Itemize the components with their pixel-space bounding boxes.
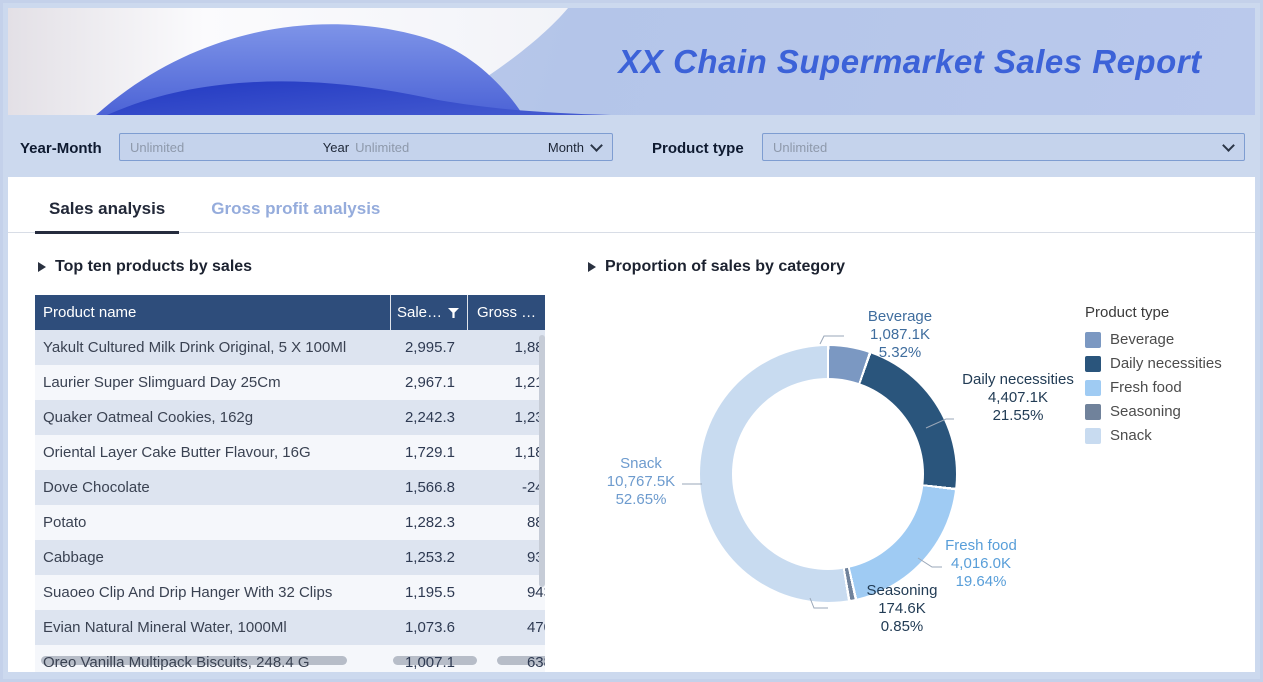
legend-item-seasoning[interactable]: Seasoning bbox=[1085, 403, 1222, 420]
legend-swatch bbox=[1085, 428, 1101, 444]
slice-label-daily-necessities: Daily necessities 4,407.1K 21.55% bbox=[952, 371, 1084, 425]
legend-items: Beverage Daily necessities Fresh food Seaso… bbox=[1085, 331, 1222, 444]
slice-label-fresh-food: Fresh food 4,016.0K 19.64% bbox=[938, 537, 1024, 591]
donut-hole bbox=[732, 378, 924, 570]
table-cell: Dove Chocolate bbox=[35, 479, 390, 496]
table-cell: 470 bbox=[467, 619, 545, 636]
year-input[interactable]: Unlimited bbox=[130, 140, 317, 155]
table-vertical-scrollbar[interactable] bbox=[539, 335, 545, 587]
table-section-title-text: Top ten products by sales bbox=[55, 258, 252, 276]
table-cell: 1,073.6 bbox=[390, 619, 467, 636]
table-cell: Laurier Super Slimguard Day 25Cm bbox=[35, 374, 390, 391]
collapse-arrow-icon[interactable] bbox=[588, 262, 596, 272]
collapse-arrow-icon[interactable] bbox=[38, 262, 46, 272]
product-type-filter-label: Product type bbox=[652, 140, 744, 157]
table-row[interactable]: Oreo Vanilla Multipack Biscuits, 248.4 G… bbox=[35, 645, 545, 672]
table-cell: 936 bbox=[467, 549, 545, 566]
legend-label: Daily necessities bbox=[1110, 355, 1222, 372]
legend-swatch bbox=[1085, 332, 1101, 348]
table-row[interactable]: Cabbage1,253.2936 bbox=[35, 540, 545, 575]
legend-item-snack[interactable]: Snack bbox=[1085, 427, 1222, 444]
table-header-row: Product name Sale… Gross … bbox=[35, 295, 545, 330]
filter-funnel-icon[interactable] bbox=[448, 308, 459, 318]
column-header-gross[interactable]: Gross … bbox=[467, 295, 545, 330]
year-month-filter-label: Year-Month bbox=[20, 140, 102, 157]
table-cell: 638 bbox=[467, 654, 545, 671]
table-row[interactable]: Quaker Oatmeal Cookies, 162g2,242.31,235 bbox=[35, 400, 545, 435]
slice-label-snack: Snack 10,767.5K 52.65% bbox=[598, 455, 684, 509]
chart-legend: Product type Beverage Daily necessities Fr… bbox=[1085, 304, 1222, 451]
product-type-value: Unlimited bbox=[773, 140, 1216, 155]
table-cell: 887 bbox=[467, 514, 545, 531]
table-row[interactable]: Dove Chocolate1,566.8-244 bbox=[35, 470, 545, 505]
slice-label-beverage: Beverage 1,087.1K 5.32% bbox=[845, 308, 955, 362]
table-cell: 2,967.1 bbox=[390, 374, 467, 391]
table-cell: 1,007.1 bbox=[390, 654, 467, 671]
chevron-down-icon[interactable] bbox=[590, 139, 603, 152]
legend-label: Beverage bbox=[1110, 331, 1174, 348]
legend-item-beverage[interactable]: Beverage bbox=[1085, 331, 1222, 348]
chart-section-title-text: Proportion of sales by category bbox=[605, 258, 845, 276]
legend-item-daily-necessities[interactable]: Daily necessities bbox=[1085, 355, 1222, 372]
legend-label: Seasoning bbox=[1110, 403, 1181, 420]
table-cell: Oreo Vanilla Multipack Biscuits, 248.4 G bbox=[35, 654, 390, 671]
legend-swatch bbox=[1085, 356, 1101, 372]
table-cell: Potato bbox=[35, 514, 390, 531]
table-cell: Cabbage bbox=[35, 549, 390, 566]
table-cell: 1,253.2 bbox=[390, 549, 467, 566]
table-row[interactable]: Laurier Super Slimguard Day 25Cm2,967.11… bbox=[35, 365, 545, 400]
banner: XX Chain Supermarket Sales Report bbox=[8, 8, 1255, 115]
slice-label-seasoning: Seasoning 174.6K 0.85% bbox=[858, 582, 946, 636]
tab-gross-profit-analysis[interactable]: Gross profit analysis bbox=[197, 199, 394, 232]
table-cell: 2,242.3 bbox=[390, 409, 467, 426]
table-cell: 1,184 bbox=[467, 444, 545, 461]
tab-sales-analysis[interactable]: Sales analysis bbox=[35, 199, 179, 232]
page-title: XX Chain Supermarket Sales Report bbox=[583, 8, 1237, 115]
legend-title: Product type bbox=[1085, 304, 1222, 321]
table-row[interactable]: Suaoeo Clip And Drip Hanger With 32 Clip… bbox=[35, 575, 545, 610]
table-cell: Yakult Cultured Milk Drink Original, 5 X… bbox=[35, 339, 390, 356]
table-row[interactable]: Evian Natural Mineral Water, 1000Ml1,073… bbox=[35, 610, 545, 645]
top-ten-products-table: Product name Sale… Gross … Yakult Cultur… bbox=[35, 295, 545, 672]
month-input[interactable]: Unlimited bbox=[355, 140, 542, 155]
year-month-picker[interactable]: Unlimited Year Unlimited Month bbox=[119, 133, 613, 161]
table-cell: 1,282.3 bbox=[390, 514, 467, 531]
table-cell: Suaoeo Clip And Drip Hanger With 32 Clip… bbox=[35, 584, 390, 601]
table-row[interactable]: Yakult Cultured Milk Drink Original, 5 X… bbox=[35, 330, 545, 365]
chevron-down-icon[interactable] bbox=[1222, 139, 1235, 152]
table-cell: 943 bbox=[467, 584, 545, 601]
chart-section-title: Proportion of sales by category bbox=[588, 258, 845, 276]
product-type-dropdown[interactable]: Unlimited bbox=[762, 133, 1245, 161]
table-cell: -244 bbox=[467, 479, 545, 496]
table-cell: 1,566.8 bbox=[390, 479, 467, 496]
table-cell: Quaker Oatmeal Cookies, 162g bbox=[35, 409, 390, 426]
table-cell: 1,235 bbox=[467, 409, 545, 426]
month-unit-label: Month bbox=[548, 140, 584, 155]
column-header-sales[interactable]: Sale… bbox=[390, 295, 467, 330]
table-row[interactable]: Oriental Layer Cake Butter Flavour, 16G1… bbox=[35, 435, 545, 470]
legend-swatch bbox=[1085, 380, 1101, 396]
legend-label: Fresh food bbox=[1110, 379, 1182, 396]
table-section-title: Top ten products by sales bbox=[38, 258, 252, 276]
column-header-product-name[interactable]: Product name bbox=[35, 295, 390, 330]
table-cell: 1,195.5 bbox=[390, 584, 467, 601]
table-cell: 1,729.1 bbox=[390, 444, 467, 461]
table-cell: 2,995.7 bbox=[390, 339, 467, 356]
tab-bar: Sales analysis Gross profit analysis bbox=[8, 177, 1255, 233]
legend-item-fresh-food[interactable]: Fresh food bbox=[1085, 379, 1222, 396]
table-cell: Evian Natural Mineral Water, 1000Ml bbox=[35, 619, 390, 636]
table-cell: 1,214 bbox=[467, 374, 545, 391]
year-unit-label: Year bbox=[323, 140, 349, 155]
legend-swatch bbox=[1085, 404, 1101, 420]
report-page: XX Chain Supermarket Sales Report Year-M… bbox=[0, 0, 1263, 682]
table-row[interactable]: Potato1,282.3887 bbox=[35, 505, 545, 540]
content-panel: Sales analysis Gross profit analysis Top… bbox=[8, 177, 1255, 672]
table-cell: 1,884 bbox=[467, 339, 545, 356]
table-cell: Oriental Layer Cake Butter Flavour, 16G bbox=[35, 444, 390, 461]
table-body: Yakult Cultured Milk Drink Original, 5 X… bbox=[35, 330, 545, 672]
legend-label: Snack bbox=[1110, 427, 1152, 444]
